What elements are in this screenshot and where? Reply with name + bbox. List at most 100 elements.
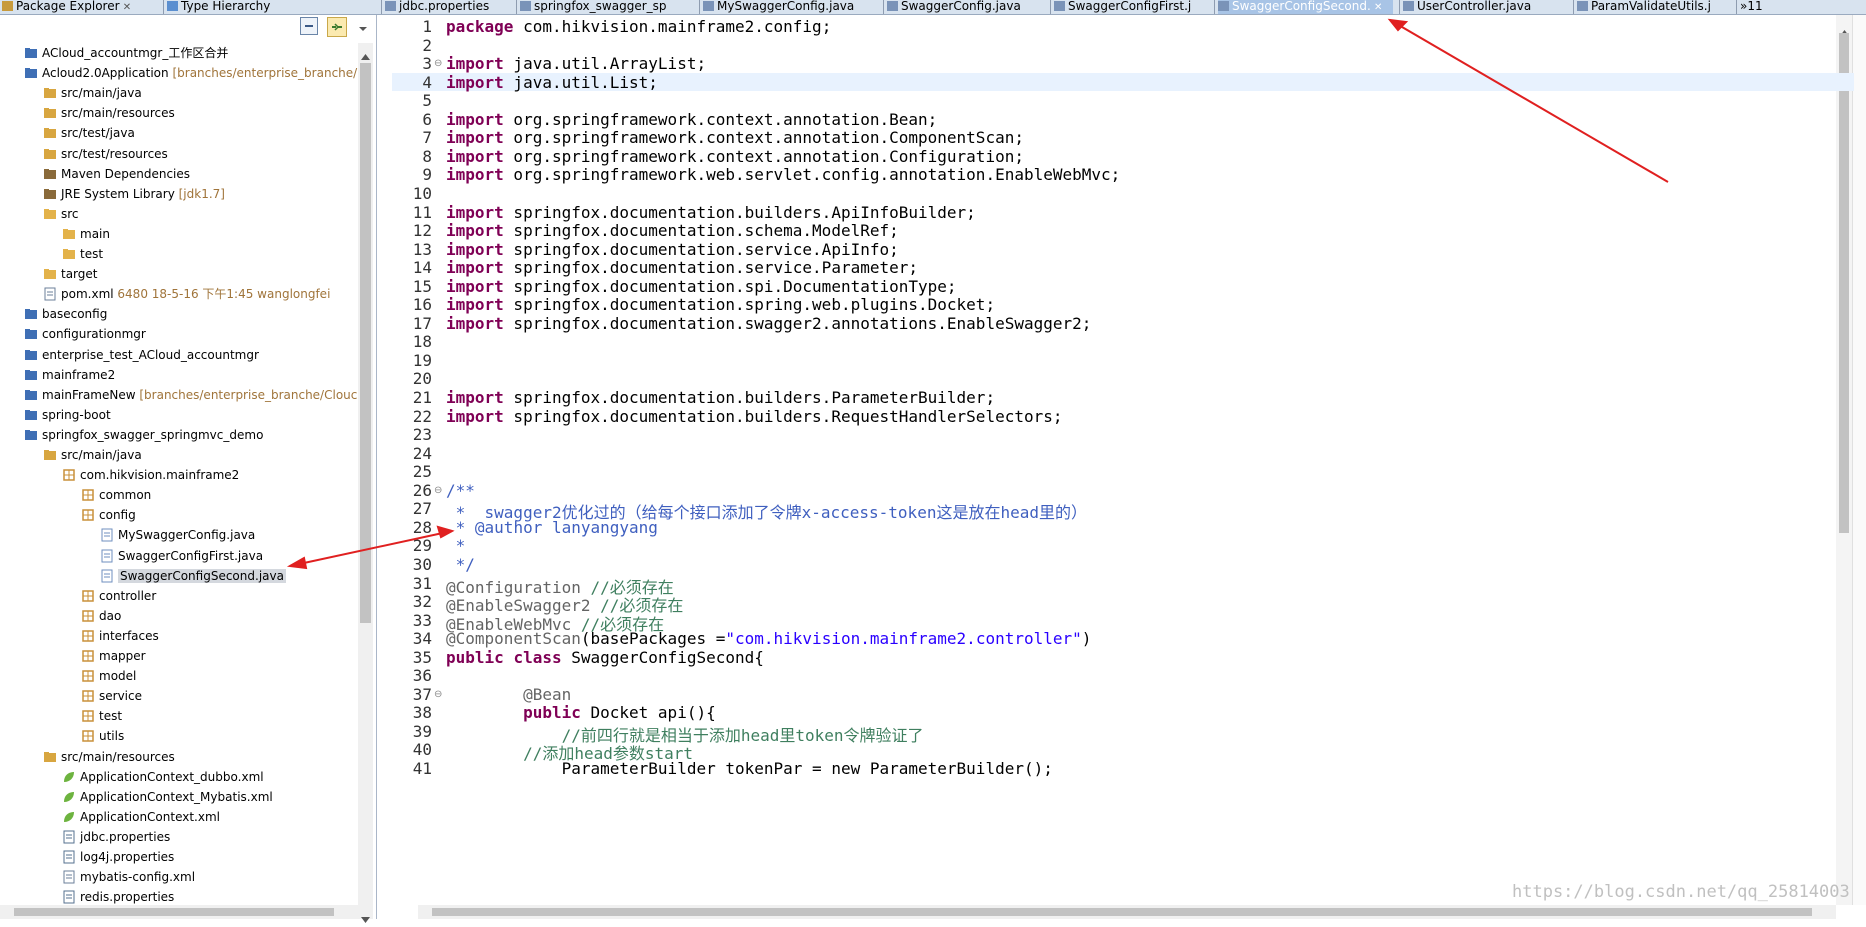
tree-item[interactable]: com.hikvision.mainframe2 [62,465,239,485]
fold-toggle-icon[interactable]: ⊖ [434,485,442,496]
code-line[interactable]: * [446,536,466,555]
code-line[interactable]: */ [446,555,475,574]
code-line[interactable]: @Bean [446,685,571,704]
tree-item[interactable]: test [81,706,122,726]
tree-item[interactable]: ApplicationContext.xml [62,807,220,827]
code-line[interactable]: import java.util.List; [446,73,658,92]
close-tab-icon[interactable]: ✕ [1371,2,1382,13]
tree-item[interactable]: baseconfig [24,304,107,324]
tree-item[interactable]: ApplicationContext_dubbo.xml [62,767,264,787]
code-line[interactable]: import springfox.documentation.builders.… [446,407,1063,426]
tree-item[interactable]: src/test/resources [43,144,168,164]
editor-tab-2[interactable]: MySwaggerConfig.java [703,0,863,14]
tree-item[interactable]: dao [81,606,121,626]
tree-vertical-scrollbar[interactable] [358,43,373,923]
tree-item[interactable]: config [81,505,136,525]
close-tab-icon[interactable]: ✕ [120,2,131,13]
tree-item[interactable]: MySwaggerConfig.java [100,525,255,545]
tree-hscroll-thumb[interactable] [14,908,334,916]
tree-item[interactable]: JRE System Library [jdk1.7] [43,184,225,204]
tree-item[interactable]: configurationmgr [24,324,146,344]
tree-item[interactable]: src/main/java [43,83,142,103]
tree-item[interactable]: log4j.properties [62,847,174,867]
code-line[interactable]: public Docket api(){ [446,703,716,722]
code-line[interactable]: import org.springframework.context.annot… [446,110,937,129]
code-line[interactable]: @ComponentScan(basePackages ="com.hikvis… [446,629,1091,648]
tree-item[interactable]: Acloud2.0Application [branches/enterpris… [24,63,357,83]
code-line[interactable]: * @author lanyangyang [446,518,658,537]
tree-item[interactable]: ACloud_accountmgr_工作区合并 [24,43,228,63]
editor-tab-6[interactable]: UserController.java [1403,0,1553,14]
tree-item[interactable]: jdbc.properties [62,827,170,847]
tree-item[interactable]: SwaggerConfigSecond.java [100,566,286,586]
scroll-up-arrow-icon[interactable] [361,45,370,64]
tree-item[interactable]: pom.xml 6480 18-5-16 下午1:45 wanglongfei [43,284,330,304]
editor-tab-5[interactable]: SwaggerConfigSecond. ✕ [1218,0,1393,14]
tree-item[interactable]: mybatis-config.xml [62,867,195,887]
tree-item[interactable]: ApplicationContext_Mybatis.xml [62,787,273,807]
view-tab-1[interactable]: Type Hierarchy [167,0,297,14]
view-menu-icon[interactable] [358,19,368,31]
tree-item[interactable]: springfox_swagger_springmvc_demo [24,425,263,445]
tree-item[interactable]: Maven Dependencies [43,164,190,184]
tree-item[interactable]: service [81,686,142,706]
tree-item[interactable]: main [62,224,110,244]
code-line[interactable]: import org.springframework.context.annot… [446,128,1024,147]
tree-horizontal-scrollbar[interactable] [0,905,358,919]
tree-item[interactable]: interfaces [81,626,159,646]
tree-item[interactable]: src/main/java [43,445,142,465]
tree-item[interactable]: common [81,485,151,505]
tree-item[interactable]: utils [81,726,124,746]
tree-item[interactable]: src [43,204,79,224]
editor-tab-3[interactable]: SwaggerConfig.java [887,0,1037,14]
code-line[interactable]: import springfox.documentation.builders.… [446,203,976,222]
view-tab-0[interactable]: Package Explorer ✕ [2,0,152,14]
tab-separator [381,0,382,14]
tree-item[interactable]: model [81,666,136,686]
code-line[interactable]: import springfox.documentation.service.A… [446,240,899,259]
editor-vertical-scrollbar[interactable] [1836,15,1852,905]
editor-tab-4[interactable]: SwaggerConfigFirst.j [1054,0,1204,14]
editor-tab-8[interactable]: »11 [1740,0,1780,14]
tree-item[interactable]: test [62,244,103,264]
code-line[interactable]: public class SwaggerConfigSecond{ [446,648,764,667]
tree-item[interactable]: spring-boot [24,405,111,425]
code-line[interactable]: ParameterBuilder tokenPar = new Paramete… [446,759,1053,778]
editor-hscroll-thumb[interactable] [432,908,1812,916]
code-line[interactable]: import springfox.documentation.spring.we… [446,295,995,314]
tree-scroll-thumb[interactable] [360,63,371,623]
tree-item[interactable]: SwaggerConfigFirst.java [100,546,263,566]
tree-item[interactable]: controller [81,586,156,606]
code-line[interactable]: package com.hikvision.mainframe2.config; [446,17,831,36]
editor-tab-1[interactable]: springfox_swagger_sp [520,0,680,14]
tree-item[interactable]: src/test/java [43,123,135,143]
fold-toggle-icon[interactable]: ⊖ [434,58,442,69]
tree-item[interactable]: src/main/resources [43,747,175,767]
code-line[interactable]: import org.springframework.web.servlet.c… [446,165,1120,184]
code-line[interactable]: import springfox.documentation.swagger2.… [446,314,1091,333]
tree-item[interactable]: mainFrameNew [branches/enterprise_branch… [24,385,357,405]
fold-toggle-icon[interactable]: ⊖ [434,689,442,700]
code-line[interactable]: import springfox.documentation.schema.Mo… [446,221,899,240]
code-line[interactable]: import springfox.documentation.builders.… [446,388,995,407]
scroll-down-arrow-icon[interactable] [361,908,370,927]
tree-item[interactable]: target [43,264,98,284]
editor-scroll-thumb[interactable] [1839,33,1849,533]
code-line[interactable]: /** [446,481,475,500]
link-with-editor-icon[interactable] [327,17,348,37]
overview-ruler[interactable] [1852,15,1866,905]
code-line[interactable]: import springfox.documentation.service.P… [446,258,918,277]
collapse-all-icon[interactable] [300,17,318,35]
tree-item[interactable]: src/main/resources [43,103,175,123]
editor-tab-7[interactable]: ParamValidateUtils.j [1577,0,1727,14]
package-icon [81,589,95,603]
tree-item[interactable]: mapper [81,646,146,666]
code-line[interactable]: import org.springframework.context.annot… [446,147,1024,166]
tree-item[interactable]: mainframe2 [24,365,115,385]
editor-horizontal-scrollbar[interactable] [418,905,1836,919]
tree-item[interactable]: enterprise_test_ACloud_accountmgr [24,345,259,365]
code-line[interactable]: import springfox.documentation.spi.Docum… [446,277,957,296]
code-line[interactable]: import java.util.ArrayList; [446,54,706,73]
editor-tab-0[interactable]: jdbc.properties [385,0,495,14]
code-editor[interactable]: 1 package com.hikvision.mainframe2.config… [378,15,1866,919]
